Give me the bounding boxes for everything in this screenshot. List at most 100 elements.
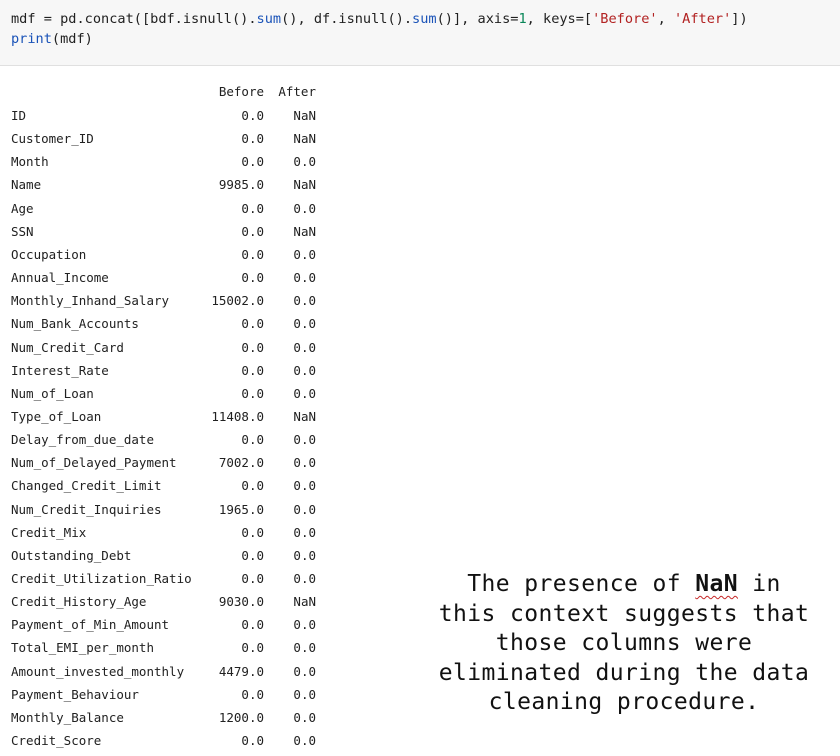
row-index-label: Credit_History_Age bbox=[11, 594, 147, 610]
cell-before: 9030.0 bbox=[218, 594, 264, 610]
cell-before: 1200.0 bbox=[218, 709, 264, 725]
cell-after: 0.0 bbox=[293, 709, 316, 725]
row-index-label: Num_Credit_Inquiries bbox=[11, 501, 162, 517]
row-index-label: Num_of_Loan bbox=[11, 385, 94, 401]
cell-before: 11408.0 bbox=[211, 408, 264, 424]
table-row: Annual_Income 0.0 0.0 bbox=[0, 269, 330, 287]
cell-after: NaN bbox=[293, 131, 316, 147]
table-row: Name 9985.0 NaN bbox=[0, 176, 330, 194]
cell-before: 0.0 bbox=[241, 478, 264, 494]
cell-after: 0.0 bbox=[293, 154, 316, 170]
row-index-label: Age bbox=[11, 200, 34, 216]
table-row: ID 0.0 NaN bbox=[0, 107, 330, 125]
row-index-label: Monthly_Balance bbox=[11, 709, 124, 725]
cell-after: 0.0 bbox=[293, 293, 316, 309]
cell-before: 0.0 bbox=[241, 571, 264, 586]
row-index-label: Name bbox=[11, 177, 42, 193]
table-row: Num_Credit_Inquiries 1965.0 0.0 bbox=[0, 501, 330, 519]
cell-before: 0.0 bbox=[241, 524, 264, 540]
cell-before: 0.0 bbox=[241, 617, 264, 633]
cell-after: 0.0 bbox=[293, 733, 316, 748]
cell-after: 0.0 bbox=[293, 362, 316, 378]
cell-after: 0.0 bbox=[293, 246, 316, 262]
cell-after: 0.0 bbox=[293, 270, 316, 285]
cell-after: 0.0 bbox=[293, 663, 316, 679]
table-row: Interest_Rate 0.0 0.0 bbox=[0, 362, 330, 380]
cell-before: 15002.0 bbox=[211, 293, 264, 309]
row-index-label: Credit_Utilization_Ratio bbox=[11, 571, 192, 586]
cell-before: 0.0 bbox=[241, 131, 264, 147]
cell-after: 0.0 bbox=[293, 524, 316, 540]
cell-before: 0.0 bbox=[241, 432, 264, 448]
cell-after: 0.0 bbox=[293, 200, 316, 216]
row-index-label: ID bbox=[11, 108, 27, 123]
row-index-label: Payment_Behaviour bbox=[11, 686, 139, 702]
cell-before: 0.0 bbox=[241, 108, 264, 123]
code-token-function: sum bbox=[412, 11, 437, 27]
cell-after: 0.0 bbox=[293, 316, 316, 332]
row-index-label: Interest_Rate bbox=[11, 362, 109, 378]
row-index-label: Delay_from_due_date bbox=[11, 432, 154, 448]
code-token: , bbox=[657, 11, 674, 27]
row-index-label: Customer_ID bbox=[11, 131, 94, 147]
column-header-before: Before bbox=[218, 84, 264, 99]
table-row: Delay_from_due_date 0.0 0.0 bbox=[0, 431, 330, 449]
table-row: Num_Bank_Accounts 0.0 0.0 bbox=[0, 315, 330, 333]
code-cell[interactable]: mdf = pd.concat([bdf.isnull().sum(), df.… bbox=[0, 0, 840, 66]
table-row: Occupation 0.0 0.0 bbox=[0, 246, 330, 264]
cell-before: 0.0 bbox=[241, 316, 264, 332]
cell-before: 0.0 bbox=[241, 385, 264, 401]
cell-after: 0.0 bbox=[293, 571, 316, 586]
table-row: Customer_ID 0.0 NaN bbox=[0, 130, 330, 148]
cell-after: 0.0 bbox=[293, 547, 316, 563]
cell-after: NaN bbox=[293, 594, 316, 610]
table-row: Credit_History_Age 9030.0 NaN bbox=[0, 593, 330, 611]
cell-before: 0.0 bbox=[241, 733, 264, 748]
row-index-label: Month bbox=[11, 154, 49, 170]
row-index-label: Occupation bbox=[11, 246, 87, 262]
cell-before: 0.0 bbox=[241, 640, 264, 656]
row-index-label: SSN bbox=[11, 223, 34, 239]
table-row: SSN 0.0 NaN bbox=[0, 223, 330, 241]
row-index-label: Outstanding_Debt bbox=[11, 547, 132, 563]
row-index-label: Total_EMI_per_month bbox=[11, 640, 154, 656]
cell-after: NaN bbox=[293, 223, 316, 239]
note-highlight-nan: NaN bbox=[695, 571, 738, 597]
table-row: Type_of_Loan 11408.0 NaN bbox=[0, 408, 330, 426]
code-token-string: 'Before' bbox=[592, 11, 658, 27]
table-row: Monthly_Balance 1200.0 0.0 bbox=[0, 709, 330, 727]
table-row: Payment_of_Min_Amount 0.0 0.0 bbox=[0, 616, 330, 634]
row-index-label: Payment_of_Min_Amount bbox=[11, 617, 170, 633]
row-index-label: Num_Bank_Accounts bbox=[11, 316, 139, 332]
cell-before: 0.0 bbox=[241, 223, 264, 239]
cell-before: 0.0 bbox=[241, 686, 264, 702]
code-token-function: print bbox=[11, 31, 52, 47]
code-token: , keys=[ bbox=[526, 11, 593, 27]
code-token-function: sum bbox=[256, 11, 282, 27]
code-token-number: 1 bbox=[518, 11, 527, 27]
table-row: Num_of_Loan 0.0 0.0 bbox=[0, 385, 330, 403]
cell-after: 0.0 bbox=[293, 686, 316, 702]
row-index-label: Num_Credit_Card bbox=[11, 339, 124, 355]
cell-after: 0.0 bbox=[293, 640, 316, 656]
code-token: (mdf) bbox=[51, 31, 93, 47]
row-index-label: Type_of_Loan bbox=[11, 408, 102, 424]
table-row: Outstanding_Debt 0.0 0.0 bbox=[0, 547, 330, 565]
cell-after: 0.0 bbox=[293, 478, 316, 494]
table-row: Num_Credit_Card 0.0 0.0 bbox=[0, 339, 330, 357]
cell-after: NaN bbox=[293, 108, 316, 123]
cell-before: 9985.0 bbox=[218, 177, 264, 193]
code-line-1: mdf = pd.concat([bdf.isnull().sum(), df.… bbox=[11, 10, 748, 28]
code-token: mdf = pd.concat([bdf.isnull(). bbox=[11, 11, 257, 27]
table-row: Credit_Mix 0.0 0.0 bbox=[0, 524, 330, 542]
cell-after: 0.0 bbox=[293, 432, 316, 448]
row-index-label: Num_of_Delayed_Payment bbox=[11, 455, 177, 471]
table-row: Payment_Behaviour 0.0 0.0 bbox=[0, 686, 330, 704]
row-index-label: Credit_Score bbox=[11, 733, 102, 748]
table-row: Changed_Credit_Limit 0.0 0.0 bbox=[0, 477, 330, 495]
annotation-note: The presence of NaN in this context sugg… bbox=[438, 570, 810, 718]
row-index-label: Annual_Income bbox=[11, 270, 109, 285]
row-index-label: Credit_Mix bbox=[11, 524, 87, 540]
cell-after: 0.0 bbox=[293, 501, 316, 517]
table-row: Monthly_Inhand_Salary 15002.0 0.0 bbox=[0, 292, 330, 310]
